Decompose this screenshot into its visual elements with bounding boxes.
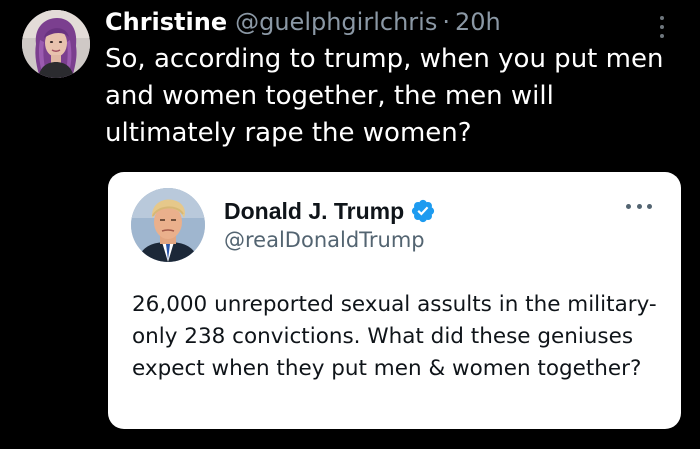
quoted-author-avatar[interactable] [131, 188, 205, 262]
dot [647, 203, 652, 209]
tweet-page: Christine @guelphgirlchris · 20h So, acc… [0, 0, 700, 449]
dot [660, 25, 664, 29]
verified-badge-icon [410, 198, 436, 224]
tweet-text: So, according to trump, when you put men… [105, 44, 664, 148]
tweet-timestamp[interactable]: 20h [455, 4, 501, 40]
separator-dot: · [442, 8, 450, 36]
quoted-author-display-name[interactable]: Donald J. Trump [224, 198, 404, 225]
user-avatar-purple-hair-icon [22, 10, 90, 78]
author-avatar[interactable] [22, 10, 90, 78]
dot [660, 16, 664, 20]
quoted-tweet-card[interactable]: Donald J. Trump @realDonaldTrump 26,000 … [108, 172, 681, 429]
user-avatar-portrait-icon [131, 188, 205, 262]
quoted-tweet-text: 26,000 unreported sexual assults in the … [132, 292, 657, 381]
author-display-name[interactable]: Christine [105, 4, 227, 40]
quoted-author-handle[interactable]: @realDonaldTrump [224, 228, 425, 252]
author-handle[interactable]: @guelphgirlchris [235, 4, 437, 40]
more-horizontal-icon[interactable] [626, 202, 652, 210]
dot [636, 203, 642, 209]
dot [626, 203, 631, 209]
tweet-header: Christine @guelphgirlchris · 20h [105, 4, 501, 40]
quoted-author-name-row: Donald J. Trump [224, 196, 436, 226]
more-vertical-icon[interactable] [652, 14, 672, 40]
dot [660, 34, 664, 38]
